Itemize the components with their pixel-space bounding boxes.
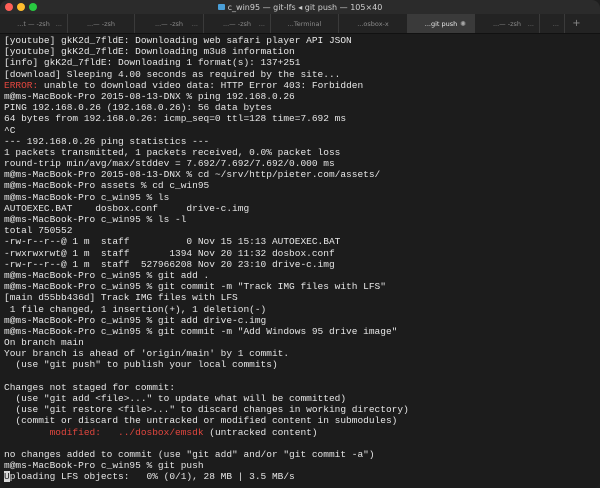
tab-more: ... [258,19,265,28]
terminal-line: m@ms-MacBook-Pro c_win95 % ls -l [4,214,187,225]
terminal-line: m@ms-MacBook-Pro 2015-08-13-DNX % cd ~/s… [4,169,381,181]
terminal-line: 64 bytes from 192.168.0.26: icmp_seq=0 t… [4,113,347,125]
close-button[interactable] [5,3,13,11]
terminal-line: Changes not staged for commit: [4,381,176,393]
terminal-line: total 750552 [4,225,73,237]
folder-icon [217,4,225,10]
highlighted-text: modified: ../dosbox/emsdk [49,426,204,438]
zoom-button[interactable] [29,3,37,11]
terminal-line: (commit or discard the untracked or modi… [4,415,398,427]
tab-more: ... [191,19,198,28]
terminal-line: round-trip min/avg/max/stddev = 7.692/7.… [4,158,335,170]
terminal-line: --- 192.168.0.26 ping statistics --- [4,135,210,147]
terminal-line: m@ms-MacBook-Pro c_win95 % git push [4,460,204,472]
tab[interactable]: ...— -zsh [68,14,135,33]
terminal-line: Your branch is ahead of 'origin/main' by… [4,348,290,360]
window-title: c_win95 — git-lfs ◂ git push — 105×40 [227,2,383,12]
terminal-line: (use "git push" to publish your local co… [4,359,278,371]
tab[interactable]: ...osbox-x [339,14,408,33]
terminal-line: m@ms-MacBook-Pro assets % cd c_win95 [4,180,210,192]
terminal-line: ERROR: unable to download video data: HT… [4,80,596,91]
tab-label: ...osbox-x [357,19,389,28]
tab[interactable]: ...t — -zsh... [0,14,68,33]
terminal-line: [youtube] gkK2d_7fldE: Downloading web s… [4,35,352,46]
tab[interactable]: ...— -zsh... [135,14,204,33]
tab[interactable]: ...git push ✺ [408,14,475,33]
terminal-line: m@ms-MacBook-Pro c_win95 % git add drive… [4,314,267,326]
title-bar: c_win95 — git-lfs ◂ git push — 105×40 [0,0,600,14]
tab[interactable]: ... [540,14,565,33]
terminal-line: -rwxrwxrwt@ 1 m staff 1394 Nov 20 11:32 … [4,247,335,259]
tab-more: ... [55,19,62,28]
minimize-button[interactable] [17,3,25,11]
tab-label: ...t — -zsh [17,19,50,28]
terminal-line: m@ms-MacBook-Pro 2015-08-13-DNX % ping 1… [4,90,295,102]
terminal-line: m@ms-MacBook-Pro c_win95 % ls [4,191,170,203]
line-text: ploading LFS objects: 0% (0/1), 28 MB | … [9,471,295,483]
terminal-line: [info] gkK2d_7fldE: Downloading 1 format… [4,57,301,69]
terminal-line: modified: ../dosbox/emsdk (untracked con… [4,427,596,438]
terminal-output[interactable]: [youtube] gkK2d_7fldE: Downloading web s… [0,34,600,484]
highlighted-text: ERROR: [4,79,39,91]
tab-label: ...git push [424,19,458,28]
terminal-line: (use "git add <file>..." to update what … [4,393,347,404]
terminal-line: m@ms-MacBook-Pro c_win95 % git add . [4,269,210,281]
busy-spinner-icon: ✺ [460,19,466,28]
tab[interactable]: ...— -zsh... [475,14,540,33]
tab-more: ... [527,19,534,28]
terminal-line: no changes added to commit (use "git add… [4,448,375,460]
tab-more: ... [552,19,559,28]
line-text: unable to download video data: HTTP Erro… [38,79,364,91]
terminal-line: PING 192.168.0.26 (192.168.0.26): 56 dat… [4,102,272,114]
tab-label: ...— -zsh [154,19,184,28]
line-text: (untracked content) [203,426,318,438]
terminal-line: (use "git restore <file>..." to discard … [4,404,409,416]
terminal-line: -rw-r--r--@ 1 m staff 527966208 Nov 20 2… [4,258,335,270]
terminal-line: [youtube] gkK2d_7fldE: Downloading m3u8 … [4,46,295,58]
tab-label: ...— -zsh [492,19,522,28]
terminal-line: m@ms-MacBook-Pro c_win95 % git commit -m… [4,325,398,337]
tab[interactable]: ...Terminal [271,14,339,33]
tab-label: ...— -zsh [222,19,252,28]
tab-bar: ...t — -zsh... ...— -zsh ...— -zsh... ...— … [0,14,600,34]
terminal-line: [download] Sleeping 4.00 seconds as requ… [4,68,341,80]
terminal-line: m@ms-MacBook-Pro c_win95 % git commit -m… [4,281,386,293]
terminal-line: On branch main [4,337,84,349]
terminal-window: c_win95 — git-lfs ◂ git push — 105×40 ..… [0,0,600,488]
terminal-line: 1 file changed, 1 insertion(+), 1 deleti… [4,303,267,315]
terminal-line: [main d55bb436d] Track IMG files with LF… [4,292,238,304]
terminal-line: 1 packets transmitted, 1 packets receive… [4,146,341,158]
terminal-line: -rw-r--r--@ 1 m staff 0 Nov 15 15:13 AUT… [4,236,341,248]
tab-label: ...— -zsh [86,19,116,28]
tab-label: ...Terminal [287,19,322,28]
tab[interactable]: ...— -zsh... [204,14,271,33]
terminal-line: ^C [4,124,16,136]
terminal-line: AUTOEXEC.BAT dosbox.conf drive-c.img [4,202,250,214]
terminal-line: Uploading LFS objects: 0% (0/1), 28 MB |… [4,471,596,483]
new-tab-button[interactable]: + [565,14,588,33]
